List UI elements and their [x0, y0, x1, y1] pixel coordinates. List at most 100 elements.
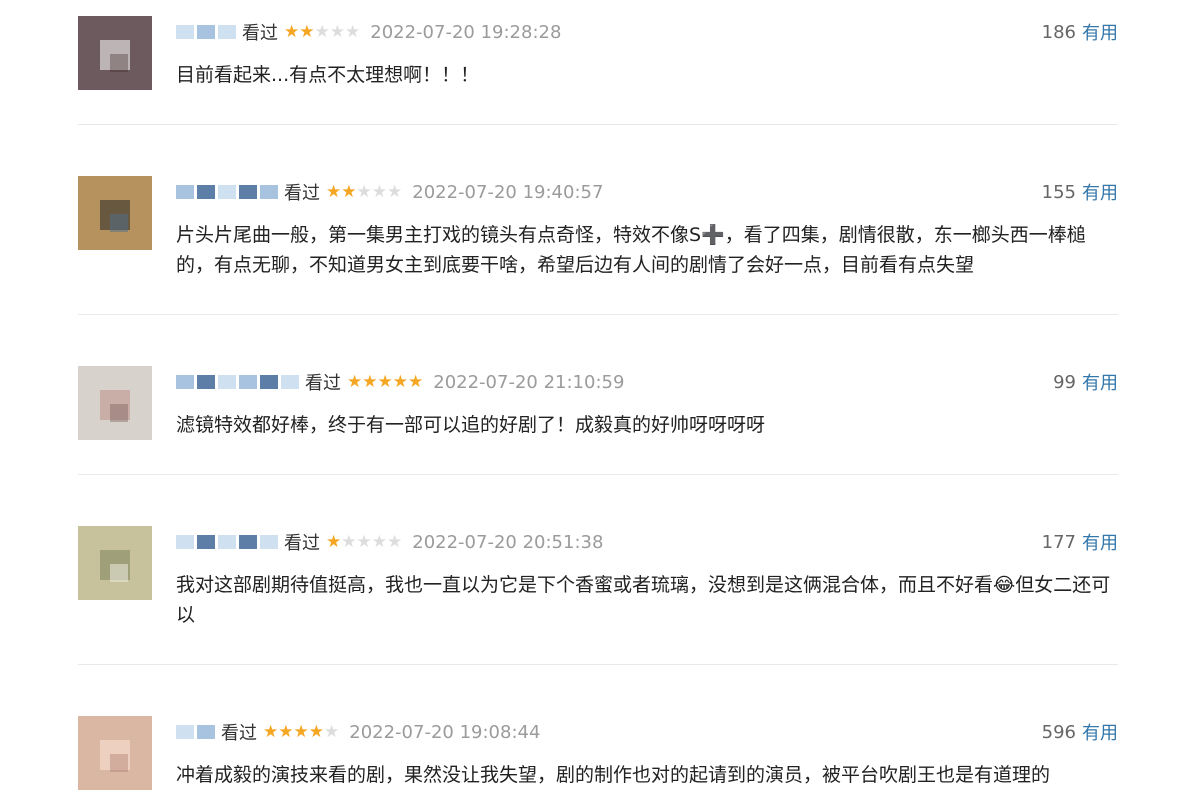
- star-filled-icon: ★: [263, 721, 279, 742]
- useful-button[interactable]: 有用: [1082, 369, 1118, 395]
- mosaic-block: [239, 185, 257, 199]
- vote-area: 155 有用: [1041, 179, 1118, 205]
- star-filled-icon: ★: [326, 181, 342, 202]
- star-rating: ★ ★ ★ ★ ★: [347, 371, 424, 392]
- comment-meta: 看过 ★ ★ ★ ★ ★ 2022-07-20 21:10:59: [176, 370, 624, 394]
- comment-meta: 看过 ★ ★ ★ ★ ★ 2022-07-20 19:08:44: [176, 720, 540, 744]
- mosaic-block: [176, 535, 194, 549]
- mosaic-block: [239, 375, 257, 389]
- mosaic-block: [218, 185, 236, 199]
- avatar[interactable]: [78, 526, 152, 600]
- watched-status: 看过: [284, 533, 320, 554]
- vote-count: 186: [1041, 21, 1076, 43]
- mosaic-block: [218, 375, 236, 389]
- star-filled-icon: ★: [408, 371, 424, 392]
- vote-count: 99: [1053, 371, 1076, 393]
- watched-status: 看过: [221, 723, 257, 744]
- star-rating: ★ ★ ★ ★ ★: [284, 21, 361, 42]
- avatar[interactable]: [78, 16, 152, 90]
- divider: [78, 474, 1118, 475]
- star-rating: ★ ★ ★ ★ ★: [326, 181, 403, 202]
- comment-text: 冲着成毅的演技来看的剧，果然没让我失望，剧的制作也对的起请到的演员，被平台吹剧王…: [176, 764, 1051, 786]
- star-rating: ★ ★ ★ ★ ★: [263, 721, 340, 742]
- useful-button[interactable]: 有用: [1082, 719, 1118, 745]
- star-rating: ★ ★ ★ ★ ★: [326, 531, 403, 552]
- divider: [78, 314, 1118, 315]
- star-empty-icon: ★: [314, 21, 330, 42]
- star-filled-icon: ★: [284, 21, 300, 42]
- mosaic-block: [197, 725, 215, 739]
- comment-time: 2022-07-20 21:10:59: [433, 371, 625, 393]
- username-redacted[interactable]: [176, 725, 215, 739]
- avatar-mosaic: [110, 54, 128, 72]
- mosaic-block: [176, 375, 194, 389]
- star-filled-icon: ★: [362, 371, 378, 392]
- star-filled-icon: ★: [308, 721, 324, 742]
- star-filled-icon: ★: [299, 21, 315, 42]
- comment-time: 2022-07-20 20:51:38: [412, 531, 604, 553]
- star-filled-icon: ★: [377, 371, 393, 392]
- mosaic-block: [239, 535, 257, 549]
- star-filled-icon: ★: [347, 371, 363, 392]
- comment-meta: 看过 ★ ★ ★ ★ ★ 2022-07-20 19:28:28: [176, 20, 561, 44]
- vote-count: 596: [1041, 721, 1076, 743]
- avatar[interactable]: [78, 176, 152, 250]
- divider: [78, 664, 1118, 665]
- username-redacted[interactable]: [176, 25, 236, 39]
- mosaic-block: [176, 25, 194, 39]
- vote-count: 177: [1041, 531, 1076, 553]
- comment-text: 目前看起来...有点不太理想啊！！！: [176, 64, 480, 86]
- comment-list: 看过 ★ ★ ★ ★ ★ 2022-07-20 19:28:28 186 有用 目前看起…: [0, 0, 1200, 801]
- mosaic-block: [176, 185, 194, 199]
- useful-button[interactable]: 有用: [1082, 179, 1118, 205]
- star-empty-icon: ★: [371, 531, 387, 552]
- watched-status: 看过: [305, 373, 341, 394]
- mosaic-block: [218, 25, 236, 39]
- vote-area: 177 有用: [1041, 529, 1118, 555]
- avatar[interactable]: [78, 716, 152, 790]
- comment-text: 我对这部剧期待值挺高，我也一直以为它是下个香蜜或者琉璃，没想到是这俩混合体，而且…: [176, 574, 1111, 626]
- avatar-mosaic: [110, 564, 128, 582]
- star-empty-icon: ★: [324, 721, 340, 742]
- vote-count: 155: [1041, 181, 1076, 203]
- comment-text: 片头片尾曲一般，第一集男主打戏的镜头有点奇怪，特效不像S➕，看了四集，剧情很散，…: [176, 224, 1086, 276]
- useful-button[interactable]: 有用: [1082, 19, 1118, 45]
- watched-status: 看过: [284, 183, 320, 204]
- star-filled-icon: ★: [293, 721, 309, 742]
- mosaic-block: [197, 535, 215, 549]
- mosaic-block: [176, 725, 194, 739]
- star-filled-icon: ★: [392, 371, 408, 392]
- comment-time: 2022-07-20 19:08:44: [349, 721, 541, 743]
- comment-time: 2022-07-20 19:28:28: [370, 21, 562, 43]
- username-redacted[interactable]: [176, 185, 278, 199]
- star-empty-icon: ★: [329, 21, 345, 42]
- avatar[interactable]: [78, 366, 152, 440]
- vote-area: 596 有用: [1041, 719, 1118, 745]
- vote-area: 186 有用: [1041, 19, 1118, 45]
- star-empty-icon: ★: [387, 181, 403, 202]
- divider: [78, 124, 1118, 125]
- avatar-mosaic: [110, 404, 128, 422]
- mosaic-block: [218, 535, 236, 549]
- comment-text: 滤镜特效都好棒，终于有一部可以追的好剧了！成毅真的好帅呀呀呀呀: [176, 414, 766, 436]
- avatar-mosaic: [110, 214, 128, 232]
- star-empty-icon: ★: [345, 21, 361, 42]
- comment-meta: 看过 ★ ★ ★ ★ ★ 2022-07-20 20:51:38: [176, 530, 603, 554]
- star-filled-icon: ★: [326, 531, 342, 552]
- useful-button[interactable]: 有用: [1082, 529, 1118, 555]
- star-empty-icon: ★: [356, 181, 372, 202]
- mosaic-block: [260, 375, 278, 389]
- username-redacted[interactable]: [176, 535, 278, 549]
- vote-area: 99 有用: [1053, 369, 1118, 395]
- avatar-mosaic: [110, 754, 128, 772]
- username-redacted[interactable]: [176, 375, 299, 389]
- mosaic-block: [260, 185, 278, 199]
- watched-status: 看过: [242, 23, 278, 44]
- comment-meta: 看过 ★ ★ ★ ★ ★ 2022-07-20 19:40:57: [176, 180, 603, 204]
- star-filled-icon: ★: [278, 721, 294, 742]
- mosaic-block: [260, 535, 278, 549]
- mosaic-block: [197, 25, 215, 39]
- star-empty-icon: ★: [356, 531, 372, 552]
- mosaic-block: [197, 375, 215, 389]
- star-empty-icon: ★: [387, 531, 403, 552]
